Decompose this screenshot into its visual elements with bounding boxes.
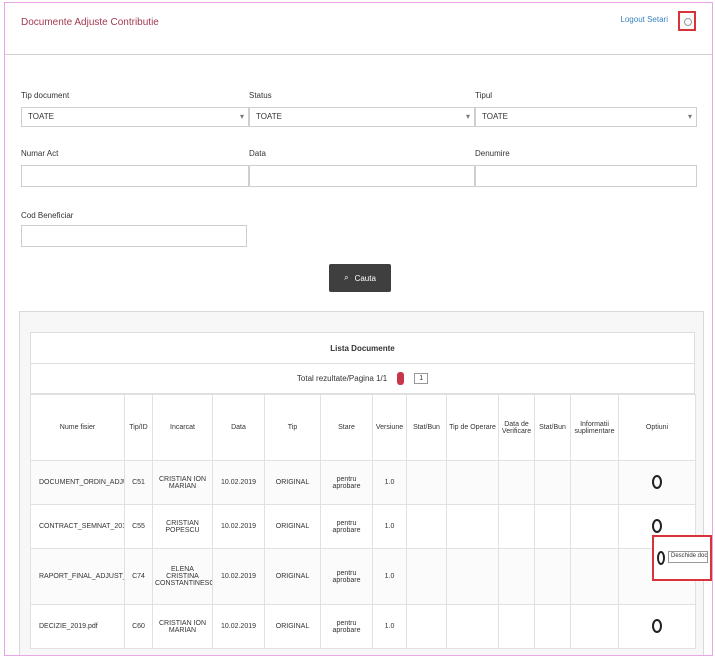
document-icon[interactable] [652,518,662,533]
col-incarcat[interactable]: Incarcat [152,394,213,461]
documents-table: Nume fisier Tip/ID Incarcat Data Tip Sta… [30,394,696,649]
data-input[interactable] [249,165,475,187]
cell-name: DECIZIE_2019.pdf [30,604,125,649]
status-label: Status [249,91,272,100]
cod-beneficiar-label: Cod Beneficiar [21,211,74,220]
cell-state: pentru aprobare [320,460,373,505]
cell-state: pentru aprobare [320,504,373,549]
denumire-input[interactable] [475,165,697,187]
tip-document-value: TOATE [28,112,54,121]
open-document-button[interactable]: Deschide document [668,551,708,563]
panel-title: Lista Documente [30,332,695,364]
table-row: DECIZIE_2019.pdf C60 CRISTIAN ION MARIAN… [30,604,696,649]
tip-document-select[interactable]: TOATE ▾ [21,107,249,127]
page-header: Documente Adjuste Contributie Logout Set… [5,3,712,55]
numar-act-input[interactable] [21,165,249,187]
tipul-label: Tipul [475,91,493,100]
numar-act-label: Numar Act [21,149,59,158]
header-links[interactable]: Logout Setari [620,15,668,24]
document-icon[interactable] [652,618,662,633]
col-data[interactable]: Data [212,394,265,461]
cell-type: ORIGINAL [264,460,321,505]
cell-uploaded: ELENA CRISTINA CONSTANTINESCU [152,548,213,605]
col-stare[interactable]: Stare [320,394,373,461]
cell-date: 10.02.2019 [212,504,265,549]
cod-beneficiar-input[interactable] [21,225,247,247]
col-info[interactable]: Informatii suplimentare [570,394,619,461]
denumire-label: Denumire [475,149,510,158]
col-versiune[interactable]: Versiune [372,394,407,461]
cell-version: 1.0 [372,604,407,649]
open-document-popup[interactable]: Deschide document [652,535,712,581]
chevron-down-icon: ▾ [465,112,470,121]
col-optiuni: Optiuni [618,394,696,461]
document-icon[interactable] [652,474,662,489]
cell-uploaded: CRISTIAN ION MARIAN [152,604,213,649]
cell-date: 10.02.2019 [212,548,265,605]
pager: Total rezultate/Pagina 1/1 1 [30,364,695,394]
col-tip-operare[interactable]: Tip de Operare [446,394,499,461]
pager-text: Total rezultate/Pagina 1/1 [296,374,388,383]
tipul-value: TOATE [482,112,508,121]
page-indicator[interactable] [397,372,405,385]
tip-document-label: Tip document [21,91,70,100]
cell-version: 1.0 [372,548,407,605]
tipul-select[interactable]: TOATE ▾ [475,107,697,127]
cell-uploaded: CRISTIAN POPESCU [152,504,213,549]
cell-id: C51 [124,460,153,505]
cell-type: ORIGINAL [264,504,321,549]
app-frame: Documente Adjuste Contributie Logout Set… [4,2,713,656]
documents-panel: Lista Documente Total rezultate/Pagina 1… [19,311,704,655]
cell-date: 10.02.2019 [212,604,265,649]
search-button-label: Cauta [354,273,376,283]
page-number[interactable]: 1 [414,373,429,384]
cell-version: 1.0 [372,504,407,549]
cell-id: C74 [124,548,153,605]
col-tip[interactable]: Tip [264,394,321,461]
table-row: DOCUMENT_ORDIN_ADJUST_2019_10.pdf C51 CR… [30,460,696,505]
col-tip-id[interactable]: Tip/ID [124,394,153,461]
cell-state: pentru aprobare [320,604,373,649]
cell-name: DOCUMENT_ORDIN_ADJUST_2019_10.pdf [30,460,125,505]
cell-id: C60 [124,604,153,649]
cell-version: 1.0 [372,460,407,505]
cell-name: RAPORT_FINAL_ADJUST_CONTRIB.pdf [30,548,125,605]
chevron-down-icon: ▾ [239,112,244,121]
cell-date: 10.02.2019 [212,460,265,505]
document-icon [657,551,665,565]
col-stat-bun[interactable]: Stat/Bun [406,394,447,461]
cell-state: pentru aprobare [320,548,373,605]
help-icon[interactable] [678,11,696,31]
table-row: RAPORT_FINAL_ADJUST_CONTRIB.pdf C74 ELEN… [30,548,696,605]
data-label: Data [249,149,266,158]
cell-id: C55 [124,504,153,549]
page-title: Documente Adjuste Contributie [21,17,159,28]
cell-uploaded: CRISTIAN ION MARIAN [152,460,213,505]
search-icon: ⌕ [344,273,349,282]
cell-name: CONTRACT_SEMNAT_2019.pdf [30,504,125,549]
status-select[interactable]: TOATE ▾ [249,107,475,127]
status-value: TOATE [256,112,282,121]
cell-type: ORIGINAL [264,604,321,649]
col-data-verificare[interactable]: Data de Verificare [498,394,535,461]
cell-type: ORIGINAL [264,548,321,605]
table-row: CONTRACT_SEMNAT_2019.pdf C55 CRISTIAN PO… [30,504,696,549]
col-stat-bun-2[interactable]: Stat/Bun [534,394,571,461]
search-button[interactable]: ⌕ Cauta [329,264,391,292]
chevron-down-icon: ▾ [687,112,692,121]
col-nume-fisier[interactable]: Nume fisier [30,394,125,461]
